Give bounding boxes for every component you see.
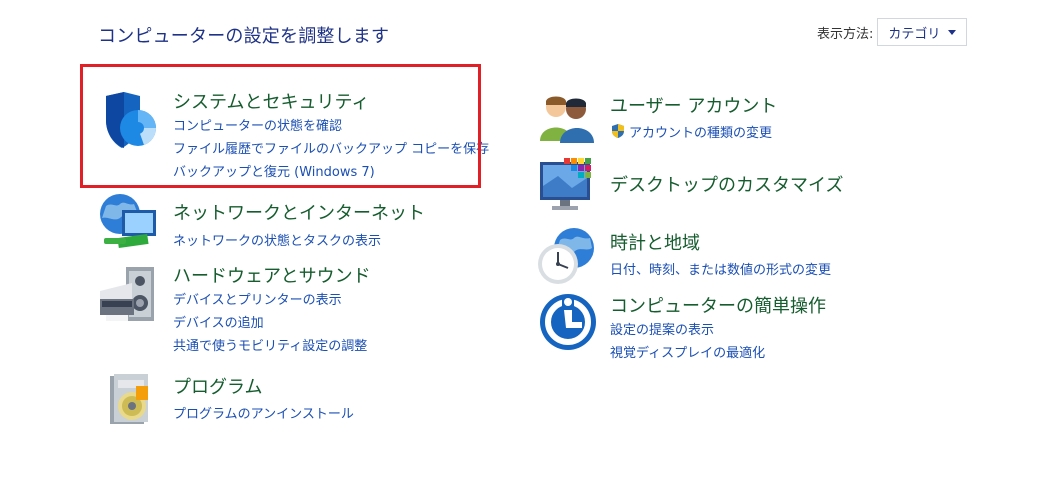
link-change-account-type[interactable]: アカウントの種類の変更 [610, 122, 772, 141]
link-add-device[interactable]: デバイスの追加 [173, 312, 264, 331]
clock-globe-icon[interactable] [536, 226, 598, 286]
link-uninstall-program[interactable]: プログラムのアンインストール [173, 403, 354, 422]
link-suggested-settings[interactable]: 設定の提案の表示 [610, 319, 714, 338]
view-by: 表示方法: カテゴリ [817, 18, 968, 46]
programs-icon[interactable] [106, 372, 156, 428]
view-by-label: 表示方法: [817, 26, 874, 42]
users-icon[interactable] [540, 93, 596, 143]
ease-of-access-icon[interactable] [538, 292, 598, 352]
category-network-internet[interactable]: ネットワークとインターネット [173, 199, 425, 225]
link-network-status[interactable]: ネットワークの状態とタスクの表示 [173, 230, 381, 249]
view-by-dropdown[interactable]: カテゴリ [877, 18, 968, 46]
link-change-account-type-label: アカウントの種類の変更 [629, 126, 773, 141]
view-by-value: カテゴリ [888, 26, 941, 42]
link-devices-printers[interactable]: デバイスとプリンターの表示 [173, 289, 342, 308]
category-desktop-customization[interactable]: デスクトップのカスタマイズ [610, 171, 843, 197]
network-globe-icon[interactable] [98, 192, 160, 252]
category-clock-region[interactable]: 時計と地域 [610, 229, 700, 255]
uac-shield-icon [612, 124, 624, 138]
page-title: コンピューターの設定を調整します [98, 26, 390, 47]
link-optimize-display[interactable]: 視覚ディスプレイの最適化 [610, 342, 765, 361]
link-date-time-format[interactable]: 日付、時刻、または数値の形式の変更 [610, 259, 831, 278]
category-hardware-sound[interactable]: ハードウェアとサウンド [173, 262, 371, 288]
control-panel-page: コンピューターの設定を調整します 表示方法: カテゴリ システムとセキュリティ … [0, 0, 1049, 490]
highlight-box [80, 64, 481, 188]
category-user-accounts[interactable]: ユーザー アカウント [610, 92, 777, 118]
printer-icon[interactable] [98, 265, 160, 327]
link-mobility-settings[interactable]: 共通で使うモビリティ設定の調整 [173, 335, 367, 354]
desktop-personalization-icon[interactable] [538, 156, 598, 214]
category-ease-of-access[interactable]: コンピューターの簡単操作 [610, 292, 826, 318]
category-programs[interactable]: プログラム [173, 373, 262, 399]
chevron-down-icon [948, 29, 957, 35]
